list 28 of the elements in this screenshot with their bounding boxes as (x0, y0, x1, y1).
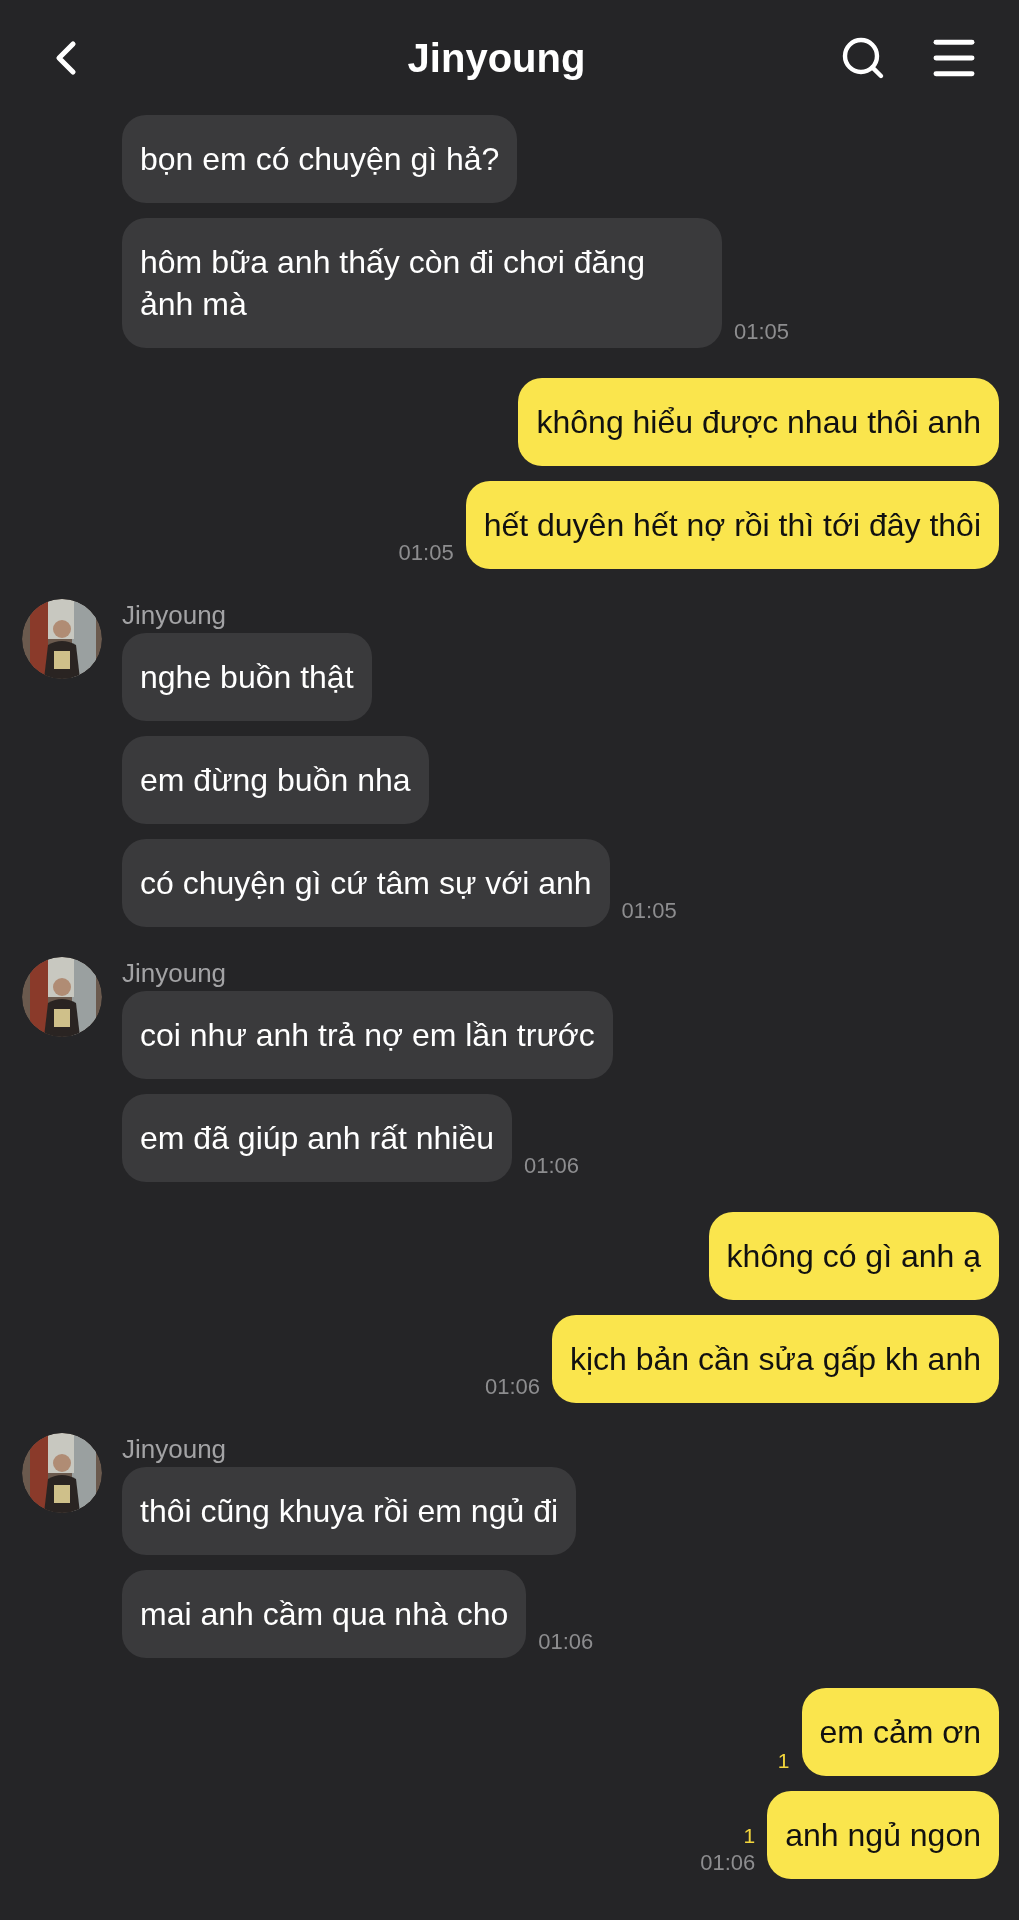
message-time: 01:06 (484, 1373, 540, 1401)
unread-count: 1 (743, 1823, 756, 1849)
message-bubble: bọn em có chuyện gì hả? (122, 115, 518, 203)
message-bubble: anh ngủ ngon (767, 1791, 999, 1879)
message-bubble: hôm bữa anh thấy còn đi chơi đăng ảnh mà (122, 218, 722, 348)
message-bubble: em đừng buồn nha (122, 736, 429, 824)
message-time: 01:05 (398, 539, 454, 567)
message-time: 01:05 (734, 318, 790, 346)
sender-name: Jinyoung (122, 1433, 227, 1465)
message-bubble: thôi cũng khuya rồi em ngủ đi (122, 1467, 577, 1555)
message-bubble: em đã giúp anh rất nhiều (122, 1094, 513, 1182)
message-bubble: em cảm ơn (801, 1688, 999, 1776)
message-bubble: mai anh cầm qua nhà cho (122, 1570, 527, 1658)
sender-name: Jinyoung (122, 957, 227, 989)
message-bubble: hết duyên hết nợ rồi thì tới đây thôi (465, 481, 999, 569)
message-bubble: không hiểu được nhau thôi anh (518, 378, 999, 466)
chat-title: Jinyoung (407, 34, 586, 82)
message-bubble: không có gì anh ạ (708, 1212, 999, 1300)
message-time: 01:06 (700, 1849, 756, 1877)
message-time: 01:06 (538, 1628, 594, 1656)
message-bubble: coi như anh trả nợ em lần trước (122, 991, 613, 1079)
message-time: 01:05 (621, 897, 677, 925)
sender-name: Jinyoung (122, 599, 227, 631)
unread-count: 1 (777, 1748, 790, 1774)
message-bubble: nghe buồn thật (122, 633, 372, 721)
message-time: 01:06 (524, 1152, 580, 1180)
message-bubble: có chuyện gì cứ tâm sự với anh (122, 839, 610, 927)
message-bubble: kịch bản cần sửa gấp kh anh (551, 1315, 999, 1403)
